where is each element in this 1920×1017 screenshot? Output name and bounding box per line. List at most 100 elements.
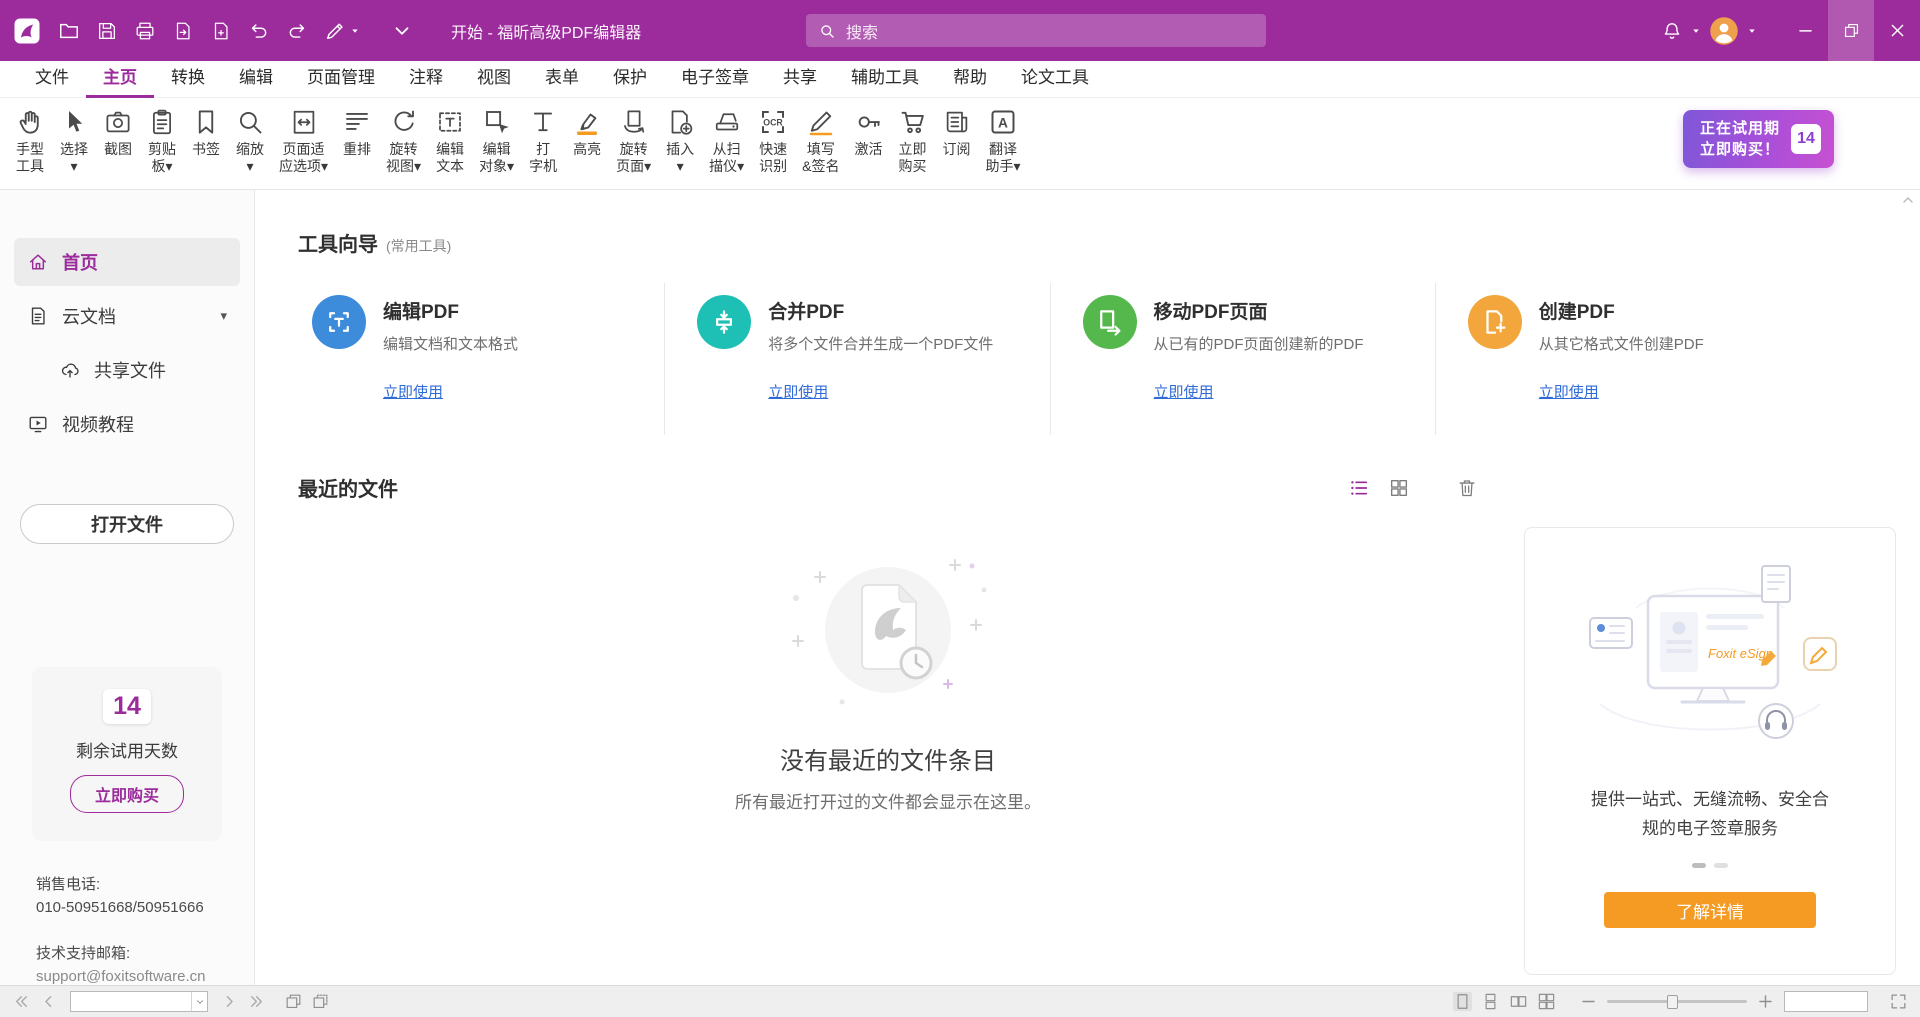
tool-card-merge-pdf[interactable]: 合并PDF将多个文件合并生成一个PDF文件立即使用 bbox=[664, 283, 1049, 435]
ribbon-button-activate[interactable]: 激活 bbox=[847, 106, 891, 159]
next-page-icon[interactable] bbox=[220, 992, 239, 1011]
esign-tool-button[interactable] bbox=[324, 20, 361, 42]
ribbon-button-typewriter[interactable]: 打字机 bbox=[521, 106, 565, 176]
scrollbar-up-arrow[interactable] bbox=[1900, 192, 1916, 208]
ribbon-button-edit-text[interactable]: 编辑文本 bbox=[428, 106, 472, 176]
menu-item-comment[interactable]: 注释 bbox=[392, 61, 460, 98]
ribbon-button-translate-assistant[interactable]: A翻译助手▾ bbox=[979, 106, 1028, 176]
zoom-in-icon[interactable] bbox=[1756, 992, 1775, 1011]
carousel-dot-2[interactable] bbox=[1714, 863, 1728, 868]
menu-item-page-management[interactable]: 页面管理 bbox=[290, 61, 392, 98]
menu-item-accessibility[interactable]: 辅助工具 bbox=[834, 61, 936, 98]
zoom-out-icon[interactable] bbox=[1579, 992, 1598, 1011]
ribbon-button-highlight[interactable]: 高亮 bbox=[565, 106, 609, 159]
edit-object-icon bbox=[482, 107, 512, 137]
use-now-link[interactable]: 立即使用 bbox=[383, 381, 443, 402]
open-folder-icon[interactable] bbox=[58, 20, 80, 42]
ribbon-button-quick-ocr[interactable]: OCR快速识别 bbox=[751, 106, 795, 176]
ribbon-button-fill-sign[interactable]: 填写&签名 bbox=[795, 106, 846, 176]
ribbon-button-reflow[interactable]: 重排 bbox=[335, 106, 379, 159]
menu-item-edit[interactable]: 编辑 bbox=[222, 61, 290, 98]
ribbon-button-subscribe[interactable]: 订阅 bbox=[935, 106, 979, 159]
ribbon-button-rotate-pages[interactable]: 旋转页面▾ bbox=[609, 106, 658, 176]
sidebar-item-video-tutorials[interactable]: 视频教程 bbox=[14, 400, 240, 448]
use-now-link[interactable]: 立即使用 bbox=[1154, 381, 1214, 402]
zoom-slider-thumb[interactable] bbox=[1667, 995, 1678, 1009]
tool-card-move-pdf-pages[interactable]: 移动PDF页面从已有的PDF页面创建新的PDF立即使用 bbox=[1050, 283, 1435, 435]
minimize-button[interactable] bbox=[1782, 0, 1828, 61]
menu-item-convert[interactable]: 转换 bbox=[154, 61, 222, 98]
user-avatar[interactable] bbox=[1709, 16, 1739, 46]
undo-icon[interactable] bbox=[248, 20, 270, 42]
page-number-input[interactable] bbox=[70, 991, 208, 1012]
menu-item-form[interactable]: 表单 bbox=[528, 61, 596, 98]
fullscreen-icon[interactable] bbox=[1889, 992, 1908, 1011]
use-now-link[interactable]: 立即使用 bbox=[1539, 381, 1599, 402]
last-page-icon[interactable] bbox=[247, 992, 266, 1011]
carousel-dots bbox=[1525, 863, 1895, 868]
save-icon[interactable] bbox=[96, 20, 118, 42]
sidebar-item-cloud-docs[interactable]: 云文档▾ bbox=[14, 292, 240, 340]
copy-pages-icon[interactable] bbox=[311, 992, 330, 1011]
search-box[interactable]: 搜索 bbox=[806, 14, 1266, 47]
chevron-down-icon[interactable]: ▾ bbox=[220, 308, 227, 324]
ribbon-button-clipboard[interactable]: 剪贴板▾ bbox=[140, 106, 184, 176]
layout-single-page-icon[interactable] bbox=[1453, 992, 1472, 1011]
create-doc-icon[interactable] bbox=[210, 20, 232, 42]
menu-item-share[interactable]: 共享 bbox=[766, 61, 834, 98]
close-button[interactable] bbox=[1874, 0, 1920, 61]
tool-card-create-pdf[interactable]: 创建PDF从其它格式文件创建PDF立即使用 bbox=[1435, 283, 1820, 435]
layout-facing-continuous-icon[interactable] bbox=[1537, 992, 1556, 1011]
tool-card-desc: 将多个文件合并生成一个PDF文件 bbox=[768, 333, 993, 354]
ribbon-button-zoom[interactable]: 缩放▾ bbox=[228, 106, 272, 176]
ribbon-button-rotate-view[interactable]: 旋转视图▾ bbox=[379, 106, 428, 176]
layout-continuous-icon[interactable] bbox=[1481, 992, 1500, 1011]
ribbon-button-from-scanner[interactable]: 从扫描仪▾ bbox=[702, 106, 751, 176]
zoom-slider[interactable] bbox=[1607, 994, 1747, 1010]
menu-item-paper-tools[interactable]: 论文工具 bbox=[1004, 61, 1106, 98]
support-email-link[interactable]: support@foxitsoftware.cn bbox=[36, 965, 244, 988]
list-view-icon[interactable] bbox=[1348, 477, 1370, 499]
snapshot-pages-icon[interactable] bbox=[284, 992, 303, 1011]
layout-facing-icon[interactable] bbox=[1509, 992, 1528, 1011]
ribbon-button-hand-tool[interactable]: 手型工具 bbox=[8, 106, 52, 176]
ribbon-button-insert[interactable]: 插入▾ bbox=[658, 106, 702, 176]
notifications-bell-icon[interactable] bbox=[1661, 20, 1683, 42]
print-icon[interactable] bbox=[134, 20, 156, 42]
menu-item-file[interactable]: 文件 bbox=[18, 61, 86, 98]
redo-icon[interactable] bbox=[286, 20, 308, 42]
restore-button[interactable] bbox=[1828, 0, 1874, 61]
buy-now-button[interactable]: 立即购买 bbox=[70, 775, 184, 813]
grid-view-icon[interactable] bbox=[1388, 477, 1410, 499]
menu-item-view[interactable]: 视图 bbox=[460, 61, 528, 98]
ribbon-button-snapshot[interactable]: 截图 bbox=[96, 106, 140, 159]
use-now-link[interactable]: 立即使用 bbox=[768, 381, 828, 402]
chevron-down-icon bbox=[195, 997, 205, 1007]
menu-item-help[interactable]: 帮助 bbox=[936, 61, 1004, 98]
carousel-dot-1[interactable] bbox=[1692, 863, 1706, 868]
page-dropdown-caret[interactable] bbox=[191, 992, 207, 1011]
toolbar-options-chevron-icon[interactable] bbox=[391, 20, 413, 42]
first-page-icon[interactable] bbox=[12, 992, 31, 1011]
notifications-caret-icon[interactable] bbox=[1690, 25, 1702, 37]
learn-more-button[interactable]: 了解详情 bbox=[1604, 892, 1816, 928]
clear-recent-icon[interactable] bbox=[1456, 477, 1478, 499]
ribbon-button-buy-now[interactable]: 立即购买 bbox=[891, 106, 935, 176]
menu-item-home[interactable]: 主页 bbox=[86, 61, 154, 98]
ribbon-button-edit-object[interactable]: 编辑对象▾ bbox=[472, 106, 521, 176]
trial-badge[interactable]: 正在试用期 立即购买！ 14 bbox=[1683, 110, 1834, 168]
tool-card-edit-pdf[interactable]: 编辑PDF编辑文档和文本格式立即使用 bbox=[298, 283, 664, 435]
share-doc-icon[interactable] bbox=[172, 20, 194, 42]
ribbon-button-select[interactable]: 选择▾ bbox=[52, 106, 96, 176]
menu-item-protect[interactable]: 保护 bbox=[596, 61, 664, 98]
ribbon-button-fit-page-options[interactable]: 页面适应选项▾ bbox=[272, 106, 335, 176]
page-number-field[interactable] bbox=[71, 994, 191, 1009]
sidebar-item-home[interactable]: 首页 bbox=[14, 238, 240, 286]
open-file-button[interactable]: 打开文件 bbox=[20, 504, 234, 544]
zoom-percent-field[interactable] bbox=[1784, 991, 1868, 1012]
prev-page-icon[interactable] bbox=[39, 992, 58, 1011]
account-caret-icon[interactable] bbox=[1746, 25, 1758, 37]
menu-item-esign[interactable]: 电子签章 bbox=[664, 61, 766, 98]
sidebar-item-shared-files[interactable]: 共享文件 bbox=[46, 346, 240, 394]
ribbon-button-bookmark[interactable]: 书签 bbox=[184, 106, 228, 159]
